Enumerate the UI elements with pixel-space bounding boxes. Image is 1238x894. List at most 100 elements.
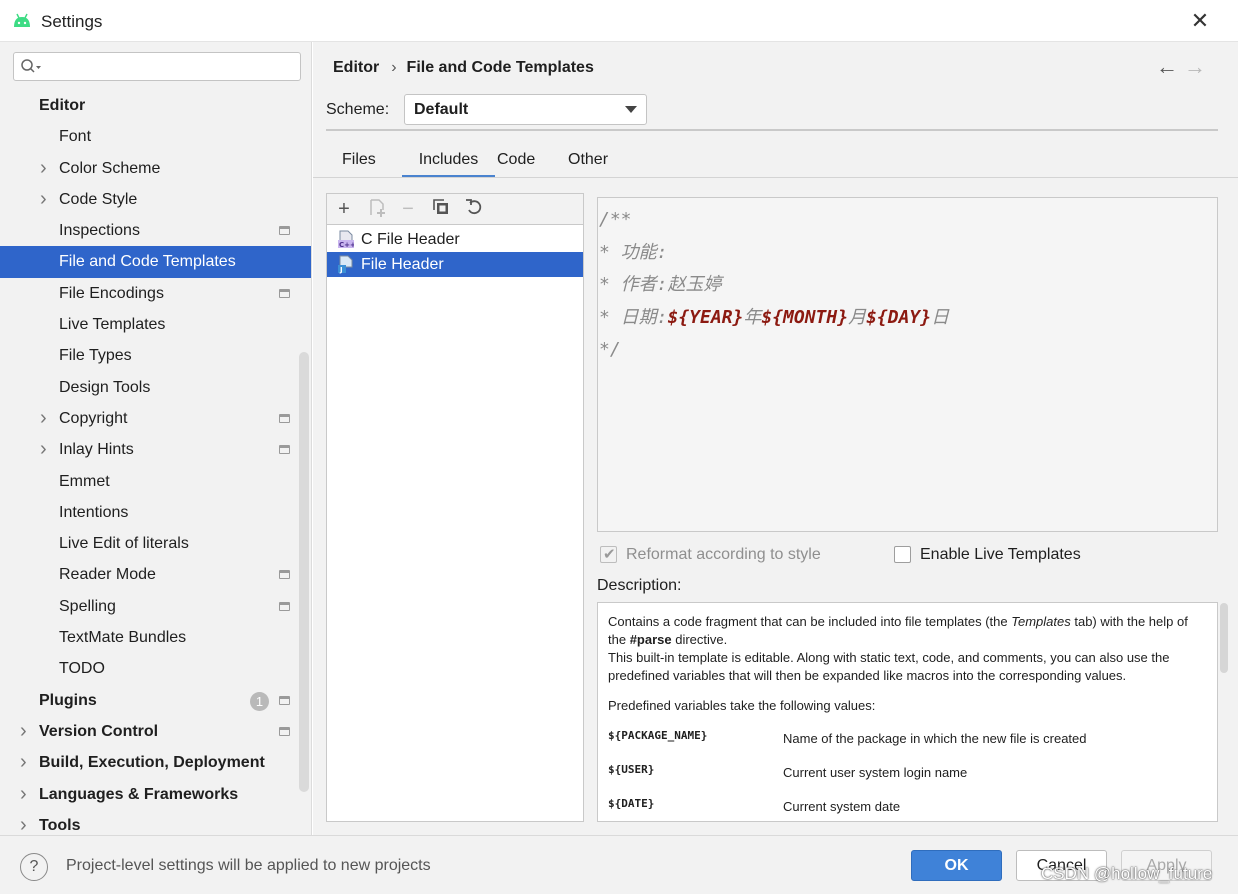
enable-live-templates-checkbox[interactable]: Enable Live Templates (894, 544, 1081, 566)
sidebar-item-label: Intentions (59, 503, 129, 521)
sidebar-item[interactable]: › Code Style (0, 184, 311, 215)
sidebar-item[interactable]: TextMate Bundles (0, 622, 311, 653)
description-label: Description: (597, 577, 682, 594)
sidebar-scrollbar[interactable] (299, 352, 309, 792)
sidebar-item[interactable]: › Inlay Hints (0, 434, 311, 465)
back-arrow-icon[interactable]: ← (1153, 54, 1181, 80)
sidebar-item-label: Plugins (39, 691, 97, 709)
sidebar-item[interactable]: › Version Control (0, 716, 311, 747)
project-scope-icon (279, 726, 290, 736)
close-icon[interactable]: ✕ (1188, 9, 1212, 33)
settings-content: Editor › File and Code Templates ← → Scheme… (313, 42, 1238, 835)
template-list-item[interactable]: C++ C File Header (327, 227, 583, 252)
description-text: Contains a code fragment that can be inc… (608, 614, 1188, 683)
sidebar-item-label: Build, Execution, Deployment (39, 754, 265, 772)
sidebar-item-label: Font (59, 128, 92, 146)
code-text: * 作者:赵玉婷 (599, 274, 722, 295)
code-text: * 日期: (599, 306, 668, 328)
sidebar-item[interactable]: Reader Mode (0, 559, 311, 590)
live-templates-label: Enable Live Templates (920, 546, 1081, 563)
project-scope-icon (279, 601, 290, 611)
window-title: Settings (41, 12, 103, 31)
sidebar-item[interactable]: Inspections (0, 215, 311, 246)
chevron-right-icon[interactable]: › (40, 184, 52, 215)
sidebar-item[interactable]: Font (0, 121, 311, 152)
tab[interactable]: Code (497, 144, 535, 178)
description-variables-intro: Predefined variables take the following … (608, 698, 876, 713)
watermark: CSDN @hollow_future (1041, 864, 1213, 883)
chevron-right-icon[interactable]: › (20, 716, 32, 747)
sidebar-item[interactable]: File and Code Templates (0, 246, 311, 278)
sidebar-item[interactable]: Live Edit of literals (0, 528, 311, 559)
sidebar-item-label: Inspections (59, 222, 140, 240)
sidebar-item[interactable]: Editor (0, 90, 311, 121)
sidebar-item-label: File Encodings (59, 284, 164, 302)
sidebar-item[interactable]: › Build, Execution, Deployment (0, 747, 311, 778)
breadcrumb-current: File and Code Templates (406, 59, 594, 76)
sidebar-item-label: Live Templates (59, 316, 166, 334)
footer-note: Project-level settings will be applied t… (66, 857, 431, 874)
chevron-right-icon[interactable]: › (40, 403, 52, 434)
code-line: * 作者:赵玉婷 (599, 269, 1217, 302)
project-scope-icon (279, 226, 290, 236)
variable-row: ${PACKAGE_NAME} Name of the package in wh… (608, 727, 1193, 761)
tab[interactable]: Other (568, 144, 608, 178)
template-code-editor[interactable]: /** * 功能: * 作者:赵玉婷 * 日期:${YEAR}年${MONTH}月${… (597, 197, 1218, 532)
sidebar-item[interactable]: Emmet (0, 466, 311, 497)
sidebar-item[interactable]: › Copyright (0, 403, 311, 434)
sidebar-item[interactable]: › Languages & Frameworks (0, 779, 311, 810)
code-line: */ (599, 334, 1217, 367)
code-line: /** (599, 204, 1217, 237)
svg-text:J: J (339, 266, 343, 274)
template-list-item[interactable]: J File Header (327, 252, 583, 277)
sidebar-item[interactable]: Design Tools (0, 372, 311, 403)
code-text: * 功能: (599, 241, 668, 263)
template-name: C File Header (361, 231, 460, 248)
template-variable: ${MONTH} (761, 306, 849, 328)
sidebar-item-label: Copyright (59, 409, 128, 427)
reset-icon[interactable] (463, 198, 485, 220)
checkbox-box: ✔ (600, 546, 617, 563)
sidebar-item-label: Emmet (59, 472, 110, 490)
project-scope-icon (279, 413, 290, 423)
ok-button[interactable]: OK (911, 850, 1002, 881)
checkbox-box[interactable] (894, 546, 911, 563)
sidebar-item[interactable]: Spelling (0, 591, 311, 622)
settings-search-input[interactable] (13, 52, 301, 81)
tab[interactable]: Files (342, 144, 376, 178)
tab[interactable]: Includes (402, 144, 495, 178)
breadcrumb-separator: › (391, 59, 397, 76)
project-scope-icon (279, 288, 290, 298)
sidebar-item[interactable]: TODO (0, 653, 311, 684)
remove-icon: − (402, 198, 414, 220)
sidebar-item[interactable]: › Tools (0, 810, 311, 835)
sidebar-item[interactable]: Live Templates (0, 309, 311, 340)
code-text: 日 (931, 306, 950, 328)
sidebar-item[interactable]: Intentions (0, 497, 311, 528)
template-variable: ${DAY} (866, 306, 932, 328)
description-scrollbar[interactable] (1220, 603, 1228, 673)
code-text: 年 (743, 306, 762, 328)
help-icon[interactable]: ? (20, 853, 48, 881)
chevron-right-icon[interactable]: › (40, 434, 52, 465)
chevron-right-icon[interactable]: › (20, 779, 32, 810)
project-scope-icon (279, 695, 290, 705)
template-list-panel: + − C++ C File Header J File Header (326, 193, 584, 822)
copy-icon[interactable] (430, 198, 452, 220)
sidebar-item[interactable]: File Encodings (0, 278, 311, 309)
c-file-icon: C++ (338, 230, 354, 249)
chevron-right-icon[interactable]: › (20, 747, 32, 778)
chevron-right-icon[interactable]: › (40, 153, 52, 184)
scheme-dropdown[interactable]: Default (404, 94, 647, 125)
code-text: 月 (848, 306, 867, 328)
add-icon[interactable]: + (333, 198, 355, 220)
settings-sidebar: Editor Font › Color Scheme › Code Style Inspec… (0, 42, 312, 835)
sidebar-item[interactable]: Plugins 1 (0, 685, 311, 716)
breadcrumb-parent[interactable]: Editor (333, 59, 379, 76)
sidebar-item[interactable]: File Types (0, 340, 311, 371)
reformat-checkbox: ✔ Reformat according to style (600, 544, 821, 566)
chevron-right-icon[interactable]: › (20, 810, 32, 835)
java-file-icon: J (338, 255, 353, 274)
sidebar-item[interactable]: › Color Scheme (0, 153, 311, 184)
sidebar-item-label: Inlay Hints (59, 441, 134, 459)
